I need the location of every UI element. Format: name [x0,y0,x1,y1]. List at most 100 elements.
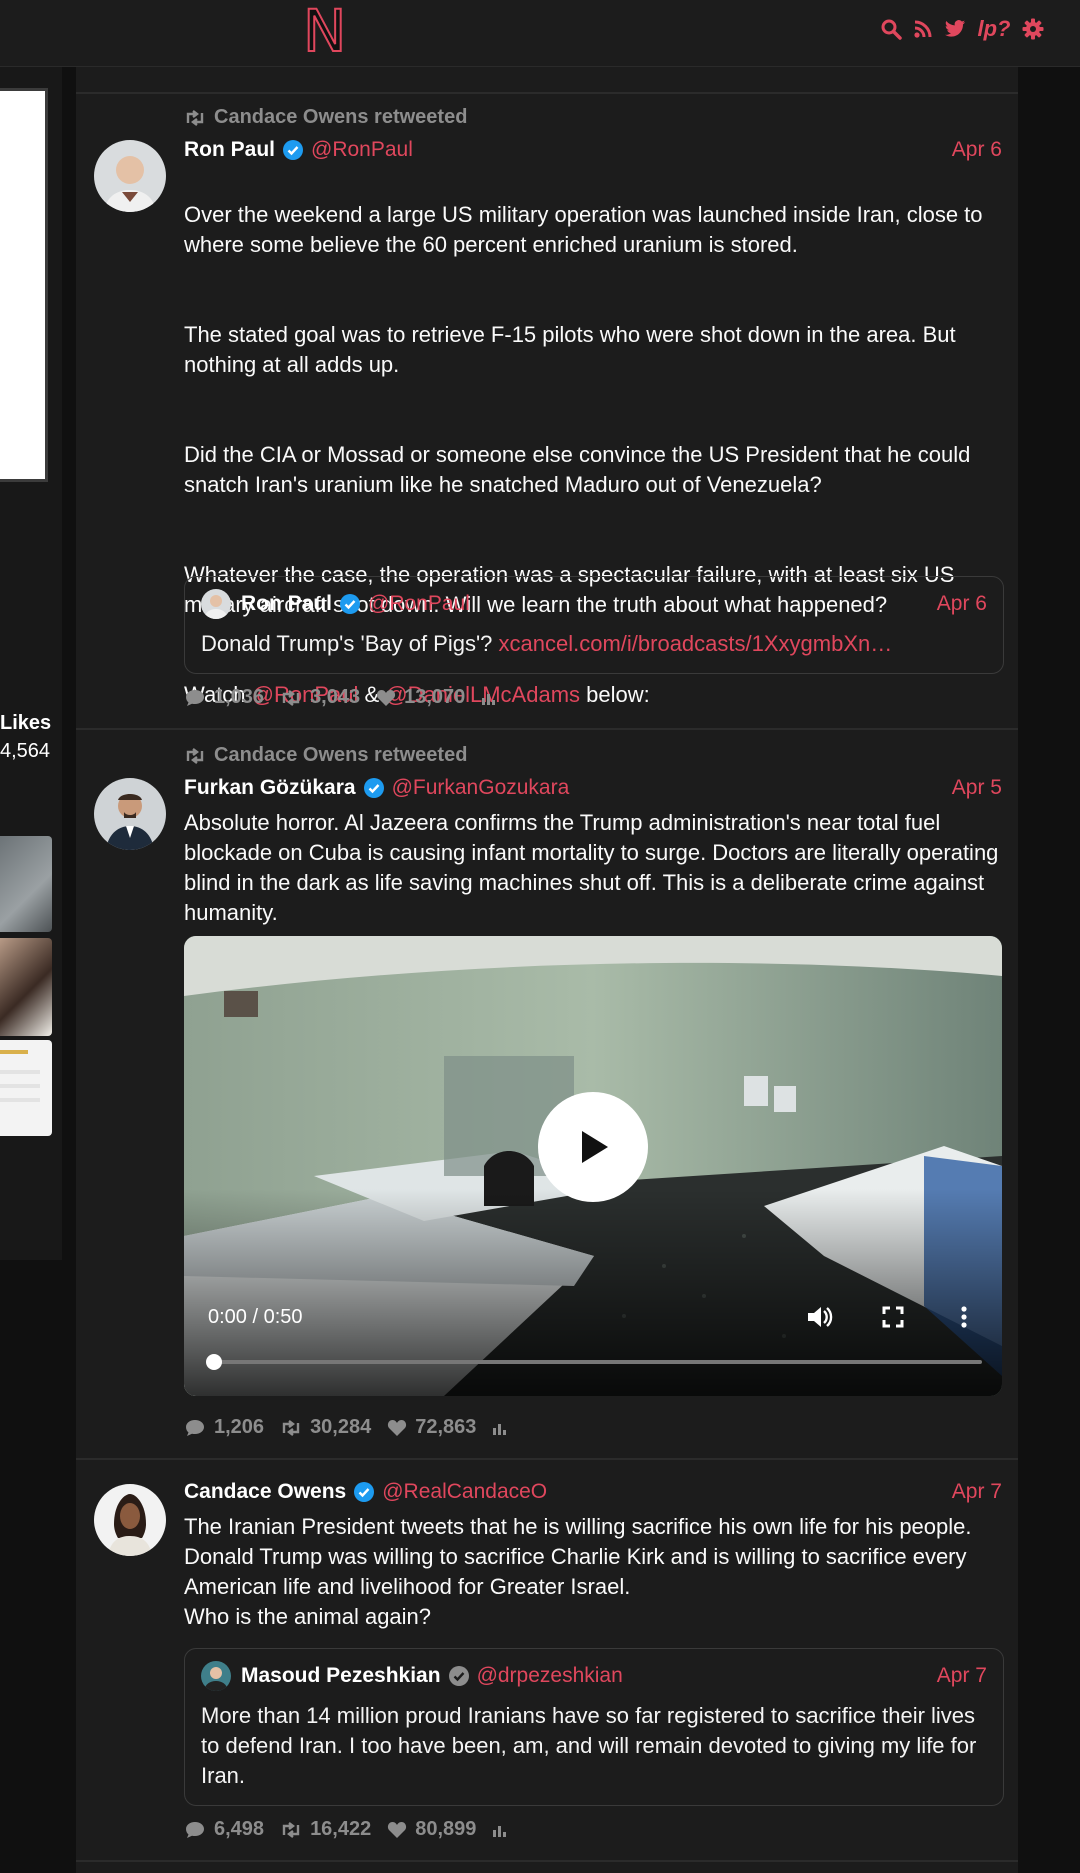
search-icon[interactable] [880,17,902,41]
avatar[interactable] [94,140,166,212]
author-handle[interactable]: @RonPaul [311,138,413,162]
media-thumbnail[interactable] [0,836,52,932]
author-handle[interactable]: @RealCandaceO [382,1480,547,1504]
stats-button[interactable] [492,1822,508,1838]
quote-date[interactable]: Apr 6 [937,592,987,616]
quote-avatar[interactable] [201,1661,231,1691]
tweet[interactable]: Candace Owens retweeted Ron Paul @RonPau… [76,92,1018,730]
retweet-icon [282,689,300,706]
like-count-value: 72,863 [415,1416,477,1438]
stats-button[interactable] [492,1420,508,1436]
retweet-icon [186,747,204,764]
quote-date[interactable]: Apr 7 [937,1664,987,1688]
author-name[interactable]: Ron Paul [184,138,275,162]
retweet-count-value: 16,422 [310,1818,372,1840]
avatar[interactable] [94,778,166,850]
bar-chart-icon [493,1423,507,1435]
tweet-header: Ron Paul @RonPaul Apr 6 [184,138,1002,162]
bar-chart-icon [482,693,496,705]
like-count[interactable]: 72,863 [387,1416,476,1439]
quoted-tweet[interactable]: Masoud Pezeshkian @drpezeshkian Apr 7 Mo… [184,1648,1004,1806]
site-logo[interactable]: N [302,1,347,61]
retweet-count[interactable]: 30,284 [280,1416,371,1439]
nav-icons: lp? [880,16,1044,41]
volume-icon[interactable] [804,1302,834,1337]
reply-count[interactable]: 6,498 [184,1818,264,1841]
comment-icon [186,1419,204,1436]
text-fragment: below: [580,682,650,707]
profile-banner-image [0,88,48,482]
comment-icon [186,689,204,706]
retweet-indicator: Candace Owens retweeted [184,744,467,767]
quoted-tweet[interactable]: Ron Paul @RonPaul Apr 6 Donald Trump's '… [184,576,1004,674]
more-options-icon[interactable] [954,1302,974,1337]
verified-badge-icon [354,1482,375,1502]
quote-author-handle[interactable]: @drpezeshkian [477,1664,623,1688]
gear-icon[interactable] [1022,17,1044,41]
bar-chart-icon [493,1825,507,1837]
quote-author-name[interactable]: Masoud Pezeshkian [241,1664,441,1688]
tweet-date[interactable]: Apr 6 [952,138,1002,162]
tweet[interactable]: Candace Owens @RealCandaceO Apr 7 The Ir… [76,1460,1018,1862]
retweet-count-value: 3,043 [310,686,361,708]
broadcast-link[interactable]: xcancel.com/i/broadcasts/1XxygmbXn… [499,631,893,656]
lp-question-icon[interactable]: lp? [976,16,1012,41]
reply-count[interactable]: 1,036 [184,686,264,709]
author-name[interactable]: Furkan Gözükara [184,776,356,800]
quote-header: Masoud Pezeshkian @drpezeshkian Apr 7 [201,1661,987,1691]
author-handle[interactable]: @FurkanGozukara [392,776,570,800]
tweet-header: Furkan Gözükara @FurkanGozukara Apr 5 [184,776,1002,800]
quote-author-handle[interactable]: @RonPaul [368,592,470,616]
like-count[interactable]: 80,899 [387,1818,476,1841]
retweet-count-value: 30,284 [310,1416,372,1438]
retweet-count[interactable]: 3,043 [280,686,360,709]
verified-badge-icon [283,140,304,160]
retweet-count[interactable]: 16,422 [280,1818,371,1841]
quote-text: Donald Trump's 'Bay of Pigs'? xcancel.co… [201,629,987,659]
quote-header: Ron Paul @RonPaul Apr 6 [201,589,987,619]
profile-sidebar: Likes 4,564 [0,66,62,1260]
quote-author-name[interactable]: Ron Paul [241,592,332,616]
reply-count-value: 1,036 [214,686,265,708]
tweet-header: Candace Owens @RealCandaceO Apr 7 [184,1480,1002,1504]
video-scrubber-handle[interactable] [206,1354,222,1370]
like-count[interactable]: 13,070 [376,686,465,709]
previous-tweet-stats [76,66,1018,94]
tweet-stats: 1,036 3,043 13,070 [184,686,497,709]
heart-icon [388,1419,407,1436]
stats-button[interactable] [481,690,497,706]
author-name[interactable]: Candace Owens [184,1480,346,1504]
rss-icon[interactable] [912,17,934,41]
twitter-icon[interactable] [944,17,966,41]
comment-icon [186,1821,204,1838]
retweet-icon [282,1419,300,1436]
quote-avatar[interactable] [201,589,231,619]
play-button[interactable] [538,1092,648,1202]
tweet-date[interactable]: Apr 5 [952,776,1002,800]
heart-icon [388,1821,407,1838]
retweet-label: Candace Owens retweeted [214,744,468,766]
video-progress-bar[interactable] [210,1360,982,1364]
tweet-paragraph: Did the CIA or Mossad or someone else co… [184,442,971,497]
tweet-stats: 6,498 16,422 80,899 [184,1818,508,1841]
verified-badge-icon [340,594,361,614]
like-count-value: 80,899 [415,1818,477,1840]
media-thumbnail[interactable] [0,1040,52,1136]
avatar[interactable] [94,1484,166,1556]
reply-count[interactable]: 1,206 [184,1416,264,1439]
video-time: 0:00 / 0:50 [208,1306,303,1328]
retweet-icon [186,109,204,126]
tweet-text: The Iranian President tweets that he is … [184,1514,972,1629]
verified-badge-icon [363,778,384,798]
like-count-value: 13,070 [404,686,466,708]
retweet-icon [282,1821,300,1838]
media-thumbnail[interactable] [0,938,52,1036]
heart-icon [377,689,396,706]
video-player[interactable]: 0:00 / 0:50 [184,936,1002,1396]
tweet-paragraph: The stated goal was to retrieve F-15 pil… [184,322,956,377]
tweet-date[interactable]: Apr 7 [952,1480,1002,1504]
quote-text: More than 14 million proud Iranians have… [201,1703,977,1788]
retweet-label: Candace Owens retweeted [214,106,468,128]
retweet-indicator: Candace Owens retweeted [184,106,467,129]
fullscreen-icon[interactable] [878,1302,908,1337]
